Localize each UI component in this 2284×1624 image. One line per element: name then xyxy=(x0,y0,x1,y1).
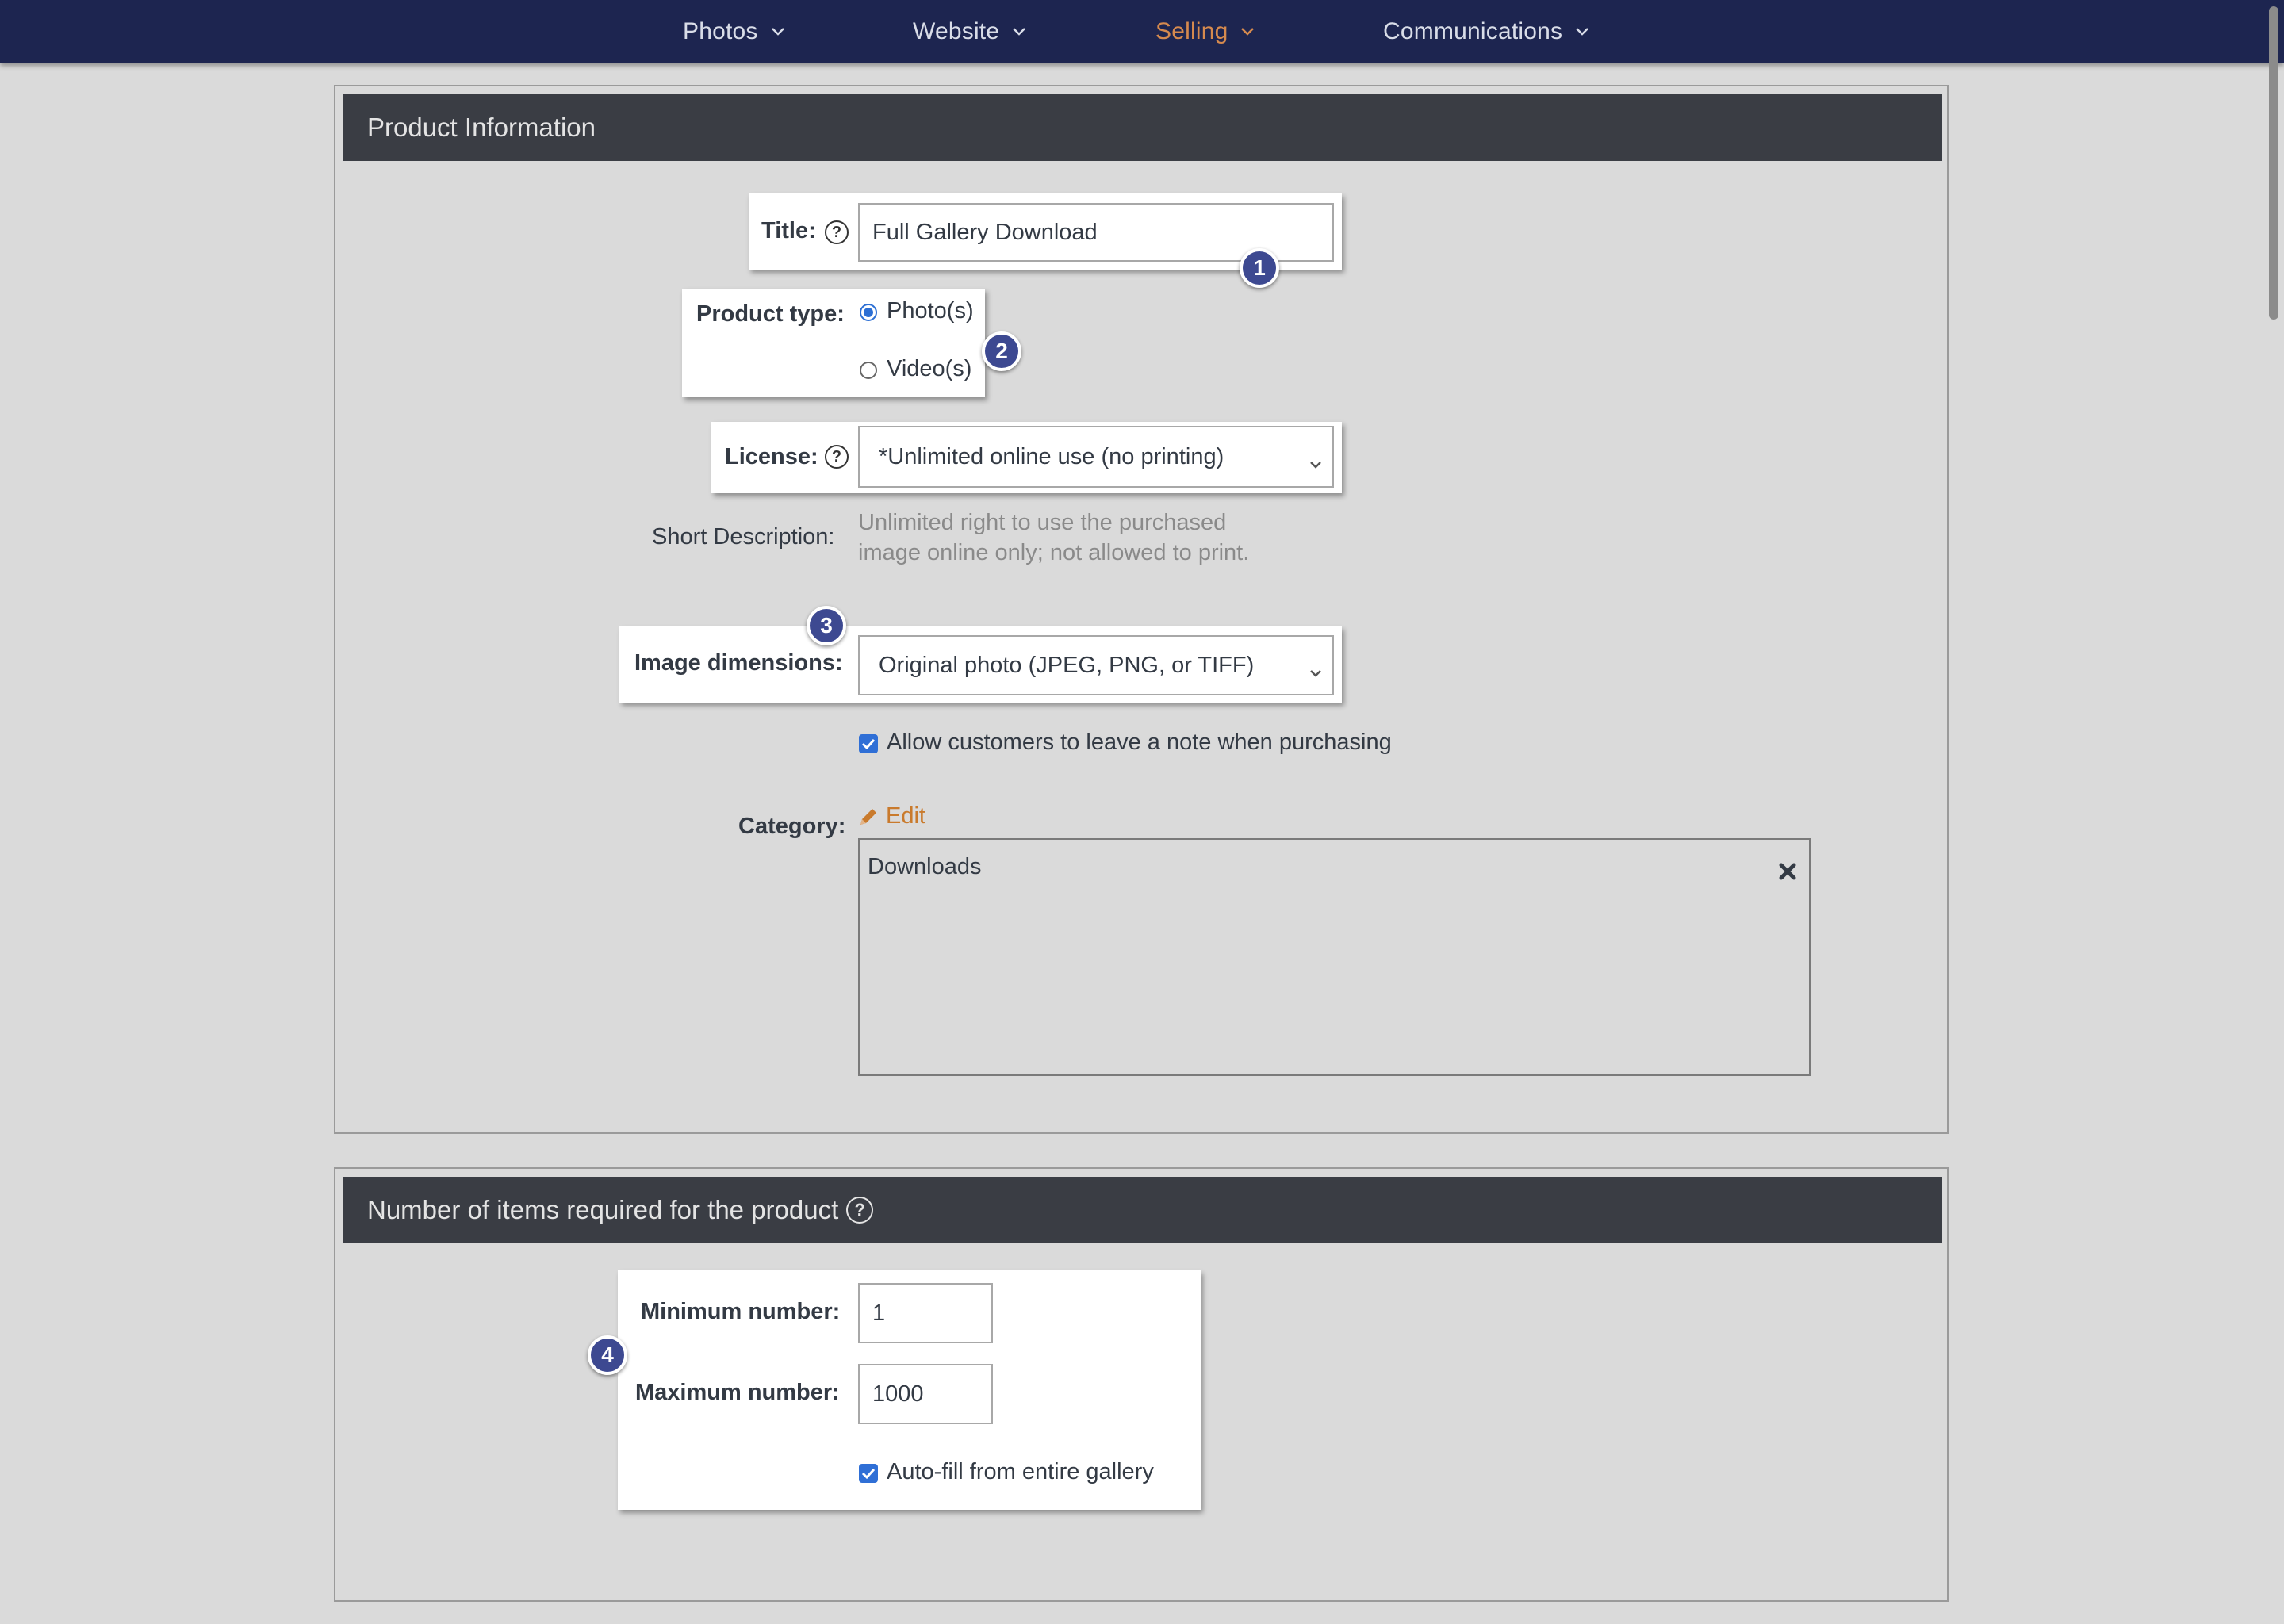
nav-item-communications[interactable]: Communications xyxy=(1383,0,1589,63)
short-description-text: Unlimited right to use the purchased ima… xyxy=(858,508,1249,568)
question-circle-icon[interactable]: ? xyxy=(825,220,849,244)
autofill-label[interactable]: Auto-fill from entire gallery xyxy=(887,1459,1154,1485)
chevron-down-icon xyxy=(1309,450,1323,477)
callout-2: 2 xyxy=(982,331,1021,371)
license-select-value: *Unlimited online use (no printing) xyxy=(879,443,1224,469)
category-box[interactable]: Downloads xyxy=(858,838,1811,1076)
page-scrollbar[interactable] xyxy=(2265,0,2284,1624)
remove-category-icon[interactable] xyxy=(1778,862,1797,881)
scrollbar-thumb[interactable] xyxy=(2269,6,2278,320)
product-type-label: Product type: xyxy=(696,301,845,327)
panel-title: Number of items required for the product xyxy=(367,1195,839,1224)
nav-item-label: Photos xyxy=(683,18,758,44)
category-label: Category: xyxy=(738,814,846,839)
title-input-value: Full Gallery Download xyxy=(872,219,1098,245)
allow-note-label[interactable]: Allow customers to leave a note when pur… xyxy=(887,730,1392,756)
nav-item-label: Communications xyxy=(1383,18,1563,44)
callout-1: 1 xyxy=(1240,248,1279,288)
title-label: Title: xyxy=(761,218,816,243)
image-dimensions-select[interactable]: Original photo (JPEG, PNG, or TIFF) xyxy=(858,635,1334,695)
chevron-down-icon xyxy=(771,27,785,36)
license-label: License: xyxy=(725,444,818,469)
videos-radio[interactable] xyxy=(860,362,877,379)
category-edit-link[interactable]: Edit xyxy=(857,803,925,829)
nav-item-label: Selling xyxy=(1155,18,1228,44)
top-nav: Photos Website Selling Communications xyxy=(0,0,2284,63)
short-description-line: image online only; not allowed to print. xyxy=(858,540,1250,565)
maximum-number-input[interactable]: 1000 xyxy=(858,1364,993,1424)
nav-item-photos[interactable]: Photos xyxy=(683,0,785,63)
image-dimensions-select-value: Original photo (JPEG, PNG, or TIFF) xyxy=(879,652,1255,678)
chevron-down-icon xyxy=(1309,659,1323,685)
chevron-down-icon xyxy=(1575,27,1589,36)
photos-radio-label[interactable]: Photo(s) xyxy=(887,298,974,324)
short-description-label: Short Description: xyxy=(652,524,835,550)
callout-3: 3 xyxy=(807,606,846,645)
edit-link-label: Edit xyxy=(886,803,925,829)
minimum-number-input[interactable]: 1 xyxy=(858,1283,993,1343)
short-description-line: Unlimited right to use the purchased xyxy=(858,510,1227,535)
question-circle-icon[interactable]: ? xyxy=(846,1197,874,1224)
nav-item-label: Website xyxy=(913,18,1000,44)
allow-note-checkbox[interactable] xyxy=(859,734,878,753)
question-circle-icon[interactable]: ? xyxy=(825,445,849,469)
minimum-number-label: Minimum number: xyxy=(641,1299,841,1324)
chevron-down-icon xyxy=(1240,27,1255,36)
license-select[interactable]: *Unlimited online use (no printing) xyxy=(858,426,1334,488)
nav-item-website[interactable]: Website xyxy=(913,0,1026,63)
chevron-down-icon xyxy=(1012,27,1026,36)
category-item: Downloads xyxy=(868,854,982,879)
pencil-icon xyxy=(857,806,879,828)
autofill-checkbox[interactable] xyxy=(859,1464,878,1483)
maximum-number-label: Maximum number: xyxy=(635,1380,840,1405)
image-dimensions-label: Image dimensions: xyxy=(634,650,843,676)
callout-4: 4 xyxy=(588,1335,627,1375)
panel-title: Product Information xyxy=(367,113,596,142)
photos-radio[interactable] xyxy=(860,304,877,321)
maximum-number-value: 1000 xyxy=(872,1381,924,1407)
panel-heading: Product Information xyxy=(343,94,1942,161)
videos-radio-label[interactable]: Video(s) xyxy=(887,356,971,382)
panel-heading: Number of items required for the product… xyxy=(343,1177,1942,1243)
nav-item-selling[interactable]: Selling xyxy=(1155,0,1255,63)
minimum-number-value: 1 xyxy=(872,1300,886,1326)
